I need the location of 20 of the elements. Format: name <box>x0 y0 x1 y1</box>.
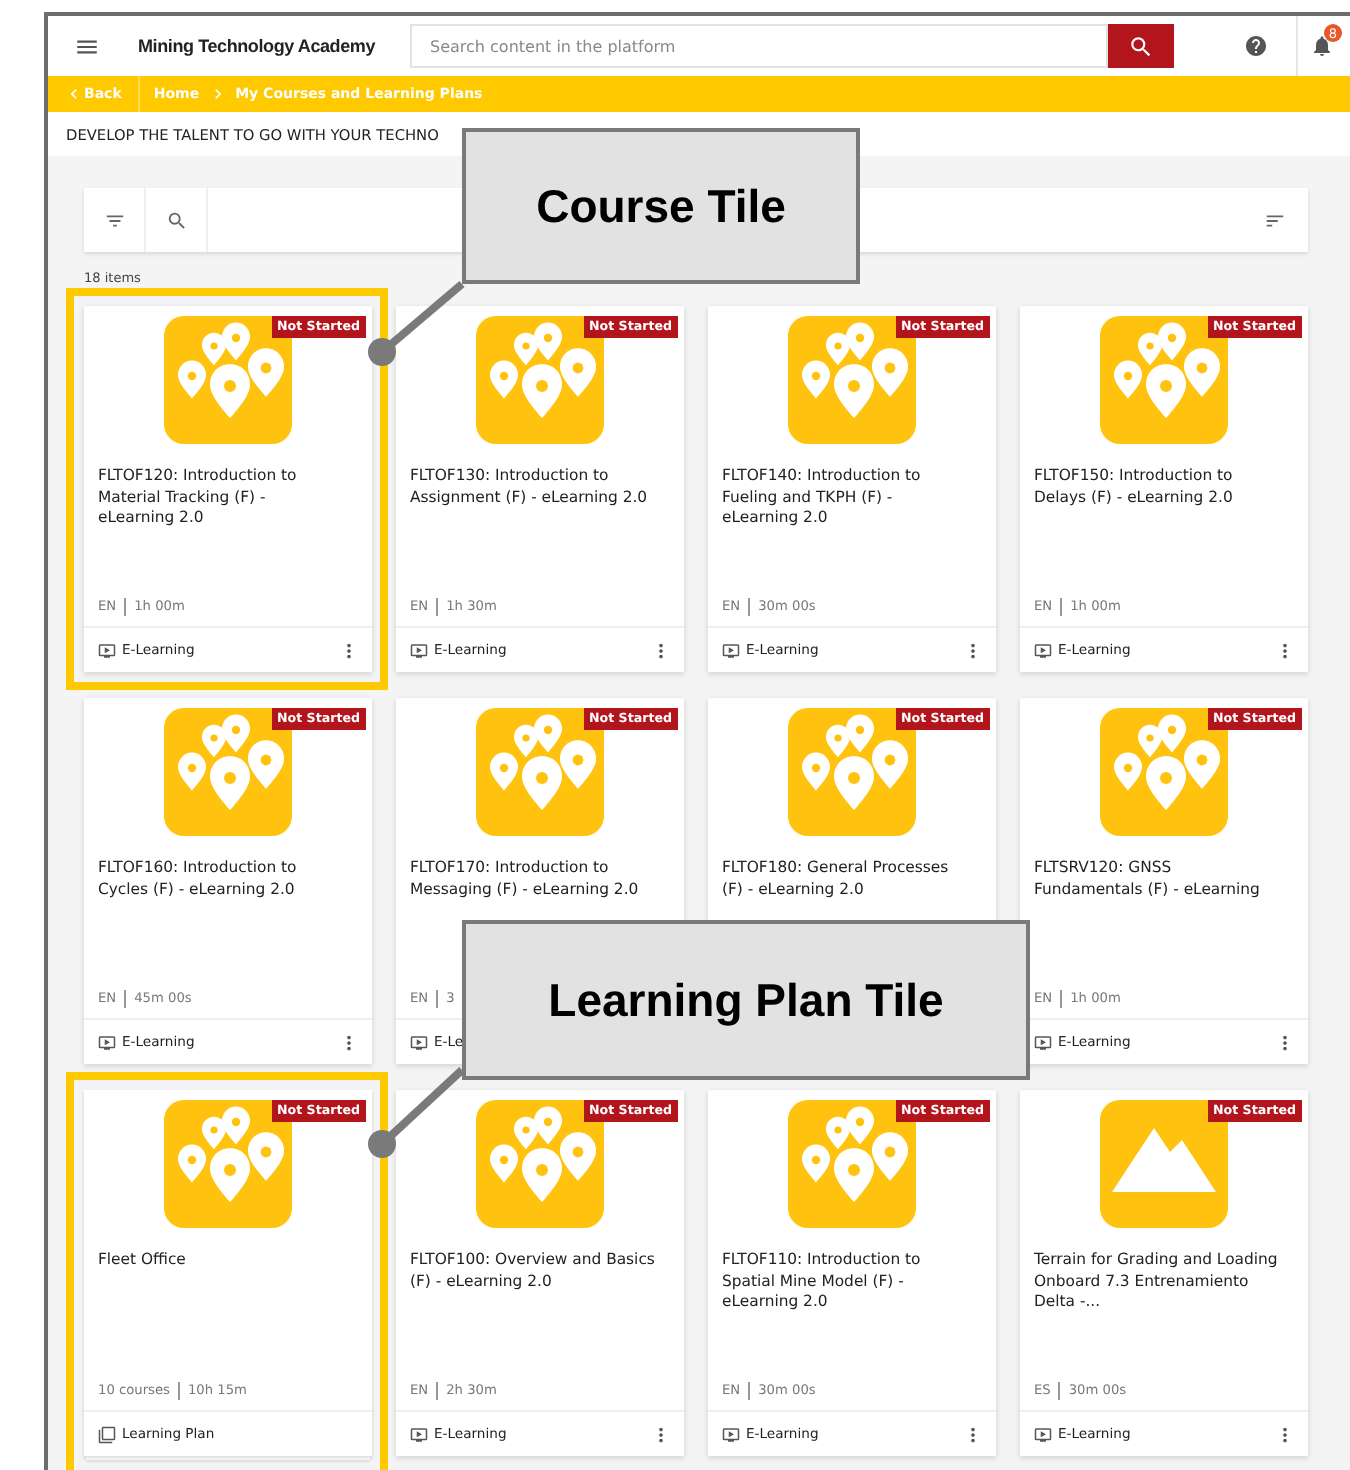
video-icon <box>722 1425 740 1443</box>
video-icon <box>410 641 428 659</box>
video-icon <box>1034 1425 1052 1443</box>
search-field[interactable]: Search content in the platform <box>410 24 1108 68</box>
video-icon <box>410 1425 428 1443</box>
search-button[interactable] <box>1108 24 1174 68</box>
search-icon[interactable] <box>165 209 187 231</box>
annotation-tooltip: Learning Plan Tile <box>462 920 1030 1080</box>
video-icon <box>98 1033 116 1051</box>
search-icon <box>1128 33 1154 59</box>
leader-line <box>368 1062 468 1158</box>
video-icon <box>98 641 116 659</box>
app-title: Mining Technology Academy <box>138 36 378 56</box>
video-icon <box>1034 641 1052 659</box>
annotation-tooltip: Course Tile <box>462 128 860 284</box>
help-icon[interactable] <box>1244 34 1268 58</box>
video-icon <box>722 641 740 659</box>
video-icon <box>410 1033 428 1051</box>
stacked-squares-icon <box>98 1425 116 1443</box>
video-icon <box>1034 1033 1052 1051</box>
